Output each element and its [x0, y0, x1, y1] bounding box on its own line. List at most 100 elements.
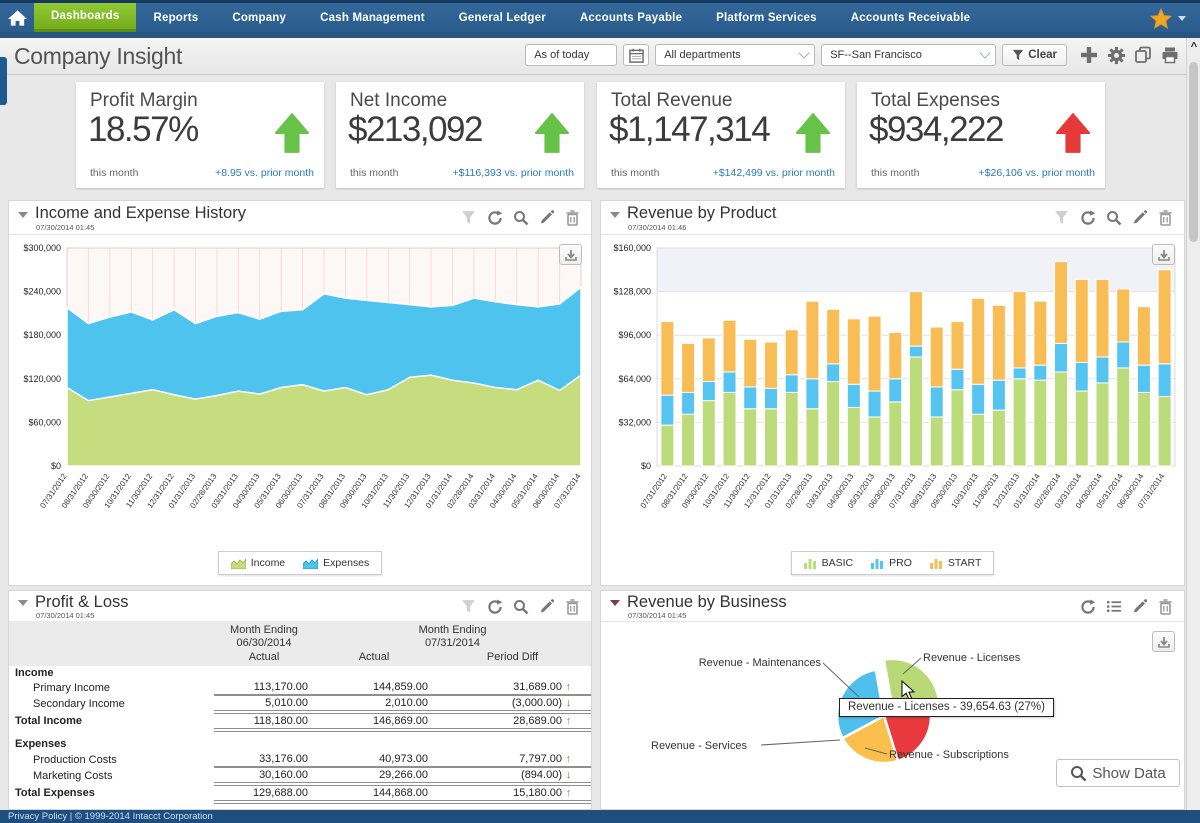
edit-pencil-icon[interactable] [1131, 598, 1148, 615]
scroll-up-icon[interactable]: ^ [1187, 41, 1200, 53]
refresh-icon[interactable] [486, 598, 503, 615]
revenue-product-bar-chart[interactable]: $0$32,000$64,000$96,000$128,000$160,0000… [601, 234, 1184, 546]
bar-segment-pro[interactable] [847, 384, 860, 407]
bar-segment-basic[interactable] [723, 392, 736, 466]
table-row[interactable]: Secondary Income5,010.002,010.00(3,000.0… [9, 695, 591, 712]
collapse-toggle-icon[interactable] [18, 600, 28, 606]
bar-segment-pro[interactable] [785, 375, 798, 393]
favorites-star-icon[interactable] [1150, 8, 1172, 29]
bar-segment-basic[interactable] [972, 414, 985, 466]
tab-company[interactable]: Company [215, 3, 303, 32]
list-view-icon[interactable] [1105, 598, 1122, 615]
bar-segment-pro[interactable] [764, 388, 777, 408]
bar-segment-pro[interactable] [1013, 368, 1026, 379]
tab-cash-management[interactable]: Cash Management [303, 3, 442, 32]
collapsed-sidebar-tab[interactable] [0, 57, 7, 105]
legend-item-basic[interactable]: BASIC [804, 557, 854, 569]
bar-segment-basic[interactable] [951, 390, 964, 466]
bar-segment-basic[interactable] [764, 409, 777, 466]
settings-button[interactable] [1106, 45, 1126, 65]
bar-segment-pro[interactable] [889, 379, 902, 402]
collapse-toggle-icon[interactable] [610, 600, 620, 606]
edit-pencil-icon[interactable] [1131, 209, 1148, 226]
bar-segment-start[interactable] [785, 330, 798, 375]
bar-segment-start[interactable] [910, 292, 923, 347]
print-button[interactable] [1160, 45, 1180, 65]
bar-segment-basic[interactable] [910, 357, 923, 466]
bar-segment-pro[interactable] [951, 369, 964, 389]
table-row[interactable]: Expenses [9, 730, 591, 752]
edit-pencil-icon[interactable] [538, 209, 555, 226]
bar-segment-start[interactable] [1158, 270, 1171, 364]
calendar-button[interactable] [623, 44, 649, 66]
as-of-date-field[interactable]: As of today [525, 44, 617, 66]
bar-segment-basic[interactable] [1137, 392, 1150, 466]
bar-segment-start[interactable] [889, 332, 902, 378]
filter-icon[interactable] [460, 209, 477, 226]
search-icon[interactable] [512, 598, 529, 615]
bar-segment-basic[interactable] [661, 425, 674, 466]
bar-segment-pro[interactable] [910, 346, 923, 357]
table-row[interactable]: Total Income118,180.00146,869.0028,689.0… [9, 712, 591, 730]
search-icon[interactable] [512, 209, 529, 226]
table-row[interactable]: Income [9, 666, 591, 680]
bar-segment-basic[interactable] [1034, 380, 1047, 466]
clear-filters-button[interactable]: Clear [1002, 44, 1067, 66]
refresh-icon[interactable] [486, 209, 503, 226]
bar-segment-basic[interactable] [1096, 383, 1109, 466]
legend-item-pro[interactable]: PRO [871, 557, 912, 569]
delete-trash-icon[interactable] [564, 209, 581, 226]
show-data-button[interactable]: Show Data [1056, 759, 1180, 787]
refresh-icon[interactable] [1079, 209, 1096, 226]
bar-segment-basic[interactable] [1075, 391, 1088, 466]
bar-segment-basic[interactable] [744, 409, 757, 466]
vertical-scrollbar[interactable]: ^ [1186, 38, 1200, 810]
bar-segment-pro[interactable] [827, 364, 840, 382]
add-component-button[interactable] [1079, 45, 1099, 65]
home-button[interactable] [0, 3, 34, 32]
bar-segment-start[interactable] [930, 327, 943, 387]
bar-segment-basic[interactable] [868, 417, 881, 466]
bar-segment-start[interactable] [661, 322, 674, 396]
bar-segment-start[interactable] [951, 322, 964, 370]
bar-segment-start[interactable] [1013, 292, 1026, 368]
kpi-card-total-revenue[interactable]: Total Revenue $1,147,314 this month +$14… [597, 82, 845, 188]
bar-segment-basic[interactable] [889, 402, 902, 466]
download-chart-button[interactable] [1152, 631, 1175, 652]
bar-segment-start[interactable] [1034, 301, 1047, 365]
bar-segment-start[interactable] [723, 320, 736, 372]
download-chart-button[interactable] [1152, 244, 1175, 265]
tab-accounts-payable[interactable]: Accounts Payable [563, 3, 699, 32]
filter-icon[interactable] [460, 598, 477, 615]
bar-segment-basic[interactable] [827, 382, 840, 466]
collapse-toggle-icon[interactable] [610, 212, 620, 218]
bar-segment-pro[interactable] [1055, 343, 1068, 372]
bar-segment-basic[interactable] [806, 409, 819, 466]
bar-segment-pro[interactable] [723, 372, 736, 392]
bar-segment-pro[interactable] [682, 392, 695, 414]
kpi-card-profit-margin[interactable]: Profit Margin 18.57% this month +8.95 vs… [76, 82, 324, 188]
bar-segment-start[interactable] [1075, 279, 1088, 362]
bar-segment-pro[interactable] [1117, 342, 1130, 368]
table-row[interactable]: Net Income(11,508.00)2,001.0013,509.00↑ [9, 802, 591, 809]
table-row[interactable]: Total Expenses129,688.00144,868.0015,180… [9, 784, 591, 802]
tab-reports[interactable]: Reports [136, 3, 215, 32]
bar-segment-basic[interactable] [1013, 379, 1026, 466]
tab-platform-services[interactable]: Platform Services [699, 3, 834, 32]
bar-segment-pro[interactable] [744, 387, 757, 409]
delete-trash-icon[interactable] [1157, 209, 1174, 226]
footer-text[interactable]: Privacy Policy | © 1999-2014 Intacct Cor… [8, 811, 213, 822]
bar-segment-start[interactable] [847, 319, 860, 384]
bar-segment-pro[interactable] [702, 382, 715, 401]
bar-segment-basic[interactable] [1158, 397, 1171, 466]
search-icon[interactable] [1105, 209, 1122, 226]
tab-accounts-receivable[interactable]: Accounts Receivable [834, 3, 988, 32]
bar-segment-pro[interactable] [806, 379, 819, 409]
department-select[interactable]: All departments [655, 44, 815, 66]
delete-trash-icon[interactable] [1157, 598, 1174, 615]
filter-icon[interactable] [1053, 209, 1070, 226]
bar-segment-basic[interactable] [930, 417, 943, 466]
bar-segment-basic[interactable] [785, 392, 798, 466]
bar-segment-start[interactable] [1055, 262, 1068, 344]
scrollbar-thumb[interactable] [1189, 62, 1198, 242]
